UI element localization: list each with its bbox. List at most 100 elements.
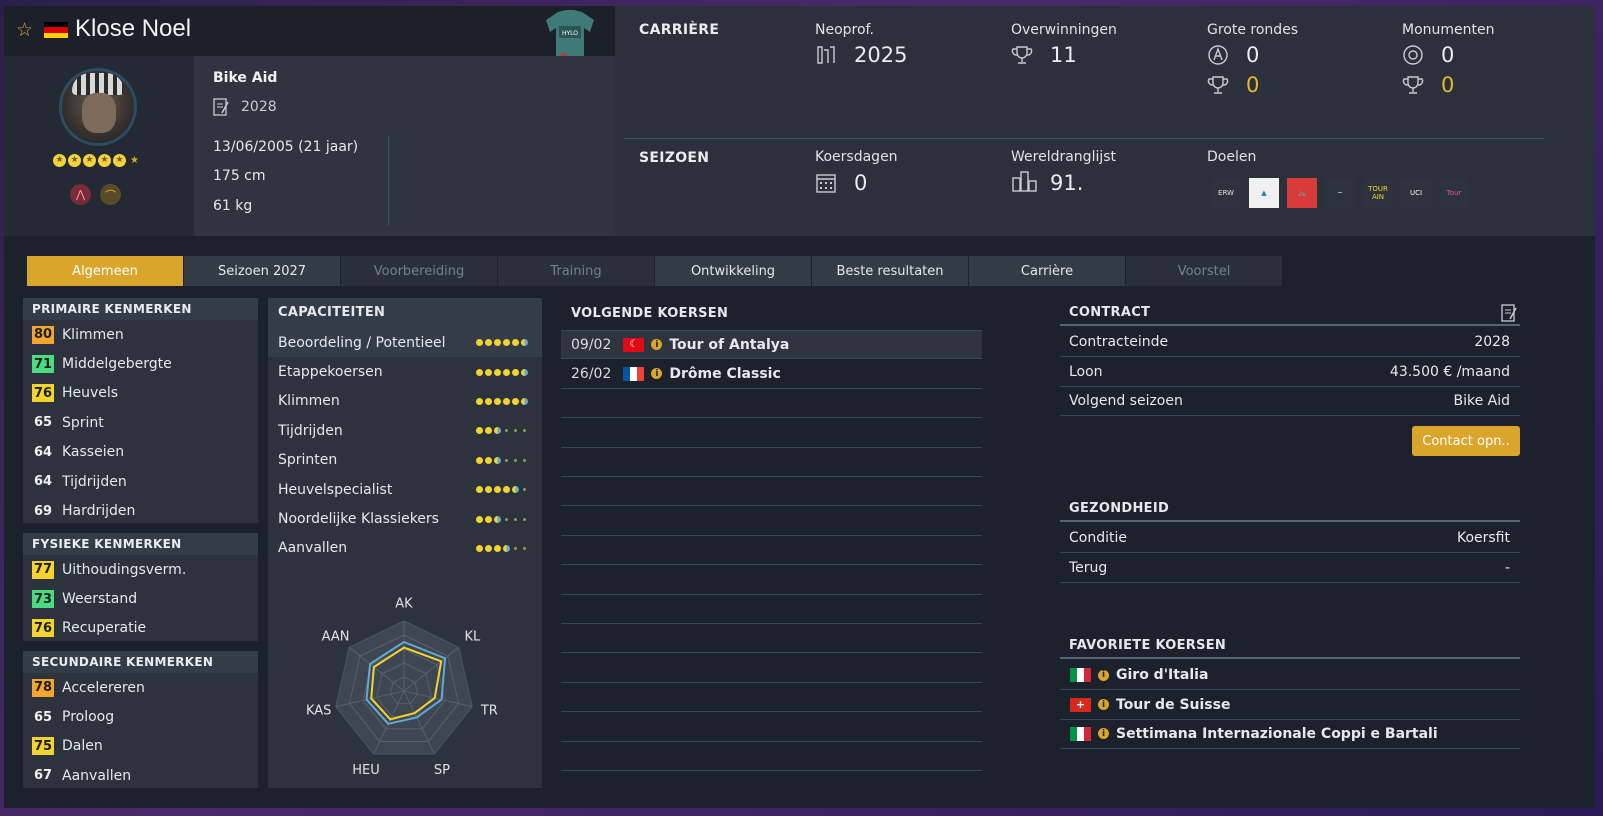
contract-row-label: Loon: [1069, 363, 1103, 380]
rating-dot: [485, 486, 492, 494]
contract-row-value: 43.500 € /maand: [1389, 363, 1510, 380]
rider-avatar: [59, 68, 137, 146]
attribute-label: Recuperatie: [62, 620, 147, 637]
capacity-row: Noordelijke Klassiekers: [268, 504, 542, 533]
grand-tours-starts: 0: [1246, 43, 1260, 67]
goals-label: Doelen: [1207, 149, 1257, 165]
climber-icon: ⋀: [70, 184, 91, 205]
tab-carrière[interactable]: Carrière: [969, 256, 1125, 286]
info-icon[interactable]: i: [1098, 728, 1109, 740]
capacity-rating: [476, 456, 528, 464]
flag-it-icon: [1070, 668, 1091, 683]
info-icon[interactable]: i: [651, 368, 663, 380]
race-row-empty: [561, 536, 982, 566]
edit-contract-icon[interactable]: [1500, 304, 1518, 322]
attribute-row: 64 Tijdrijden: [23, 467, 258, 496]
contact-button[interactable]: Contact opn..: [1412, 426, 1520, 456]
attribute-value: 75: [32, 737, 54, 756]
neoprof-icon: [817, 46, 835, 64]
race-row[interactable]: 26/02 i Drôme Classic: [561, 359, 982, 389]
race-row[interactable]: 09/02 ☾ i Tour of Antalya: [561, 330, 982, 360]
grand-tour-start-icon: [1208, 45, 1228, 65]
goal-logo-icon[interactable]: UCI: [1401, 178, 1431, 208]
goal-logo-icon[interactable]: ▲: [1249, 178, 1279, 208]
tab-voorstel: Voorstel: [1126, 256, 1282, 286]
contract-row: Loon 43.500 € /maand: [1060, 357, 1520, 387]
germany-flag-icon: [44, 22, 68, 38]
tab-ontwikkeling[interactable]: Ontwikkeling: [655, 256, 811, 286]
tab-seizoen-2027[interactable]: Seizoen 2027: [184, 256, 340, 286]
tab-algemeen[interactable]: Algemeen: [27, 256, 183, 286]
favorite-race-name[interactable]: Tour de Suisse: [1116, 697, 1230, 713]
attribute-row: 71 Middelgebergte: [23, 349, 258, 378]
favorite-race-row[interactable]: i Giro d'Italia: [1060, 661, 1520, 691]
goal-logo-icon[interactable]: ERW: [1211, 178, 1241, 208]
capacities-panel: CAPACITEITEN Beoordeling / Potentieel Eta…: [268, 298, 542, 788]
rider-profile-frame: ☆ Klose Noel HYLO ★ ★ ★ ★ ★ ★ ⋀ ⌒ Bike Aid: [4, 6, 1595, 808]
favorite-race-name[interactable]: Giro d'Italia: [1116, 667, 1208, 683]
goal-logo-icon[interactable]: 🚲: [1287, 178, 1317, 208]
health-row-label: Terug: [1069, 559, 1108, 576]
attribute-value: 71: [32, 355, 54, 374]
neoprof-value: 2025: [854, 43, 908, 67]
radar-axis-label: AK: [395, 597, 413, 612]
attribute-label: Klimmen: [62, 326, 124, 343]
race-name[interactable]: Drôme Classic: [669, 366, 780, 382]
rating-dot-empty: [514, 517, 517, 521]
radar-axis-label: KAS: [306, 703, 331, 718]
race-row-empty: [561, 742, 982, 771]
rating-dot: [494, 397, 501, 405]
info-icon[interactable]: i: [651, 339, 663, 351]
tab-beste-resultaten[interactable]: Beste resultaten: [812, 256, 968, 286]
attribute-row: 76 Recuperatie: [23, 614, 258, 643]
race-name[interactable]: Tour of Antalya: [669, 337, 789, 353]
attribute-row: 80 Klimmen: [23, 320, 258, 349]
favorite-race-row[interactable]: i Settimana Internazionale Coppi e Bartal…: [1060, 720, 1520, 750]
capacity-row: Sprinten: [268, 446, 542, 475]
attribute-label: Sprint: [62, 414, 104, 431]
flag-fr-icon: [623, 366, 645, 381]
team-name[interactable]: Bike Aid: [213, 70, 277, 86]
capacity-rating: [476, 397, 528, 405]
capacity-label: Klimmen: [278, 393, 340, 410]
favorite-star-icon[interactable]: ☆: [16, 19, 33, 41]
attribute-label: Proloog: [62, 709, 115, 726]
header-divider: [624, 138, 1544, 139]
monument-icon: [1403, 45, 1423, 65]
flag-tr-icon: ☾: [623, 337, 645, 352]
rating-dot-half: [503, 544, 510, 552]
rating-dot: [503, 486, 510, 494]
grand-tours-wins: 0: [1246, 73, 1260, 97]
rider-rating-stars: ★ ★ ★ ★ ★ ★: [53, 154, 139, 167]
goal-logo-icon[interactable]: TOUR AIN: [1363, 178, 1393, 208]
capacity-rating: [476, 486, 528, 494]
capacity-label: Etappekoersen: [278, 364, 383, 381]
attribute-value: 77: [32, 560, 54, 579]
favorite-race-name[interactable]: Settimana Internazionale Coppi e Bartali: [1116, 726, 1438, 742]
attribute-value: 69: [33, 503, 53, 519]
favorites-title: FAVORIETE KOERSEN: [1060, 633, 1520, 659]
ranking-label: Wereldranglijst: [1011, 149, 1117, 165]
capacity-row: Klimmen: [268, 387, 542, 416]
rating-dot-half: [521, 397, 528, 405]
radar-axis-label: HEU: [352, 763, 380, 778]
health-title: GEZONDHEID: [1060, 496, 1520, 522]
rating-dot: [485, 456, 492, 464]
goal-race-logos: ERW ▲ 🚲 ~ TOUR AIN UCI Tour: [1211, 178, 1469, 208]
flag-it-icon: [1070, 726, 1091, 741]
favorite-race-row[interactable]: + i Tour de Suisse: [1060, 690, 1520, 720]
contract-row-label: Volgend seizoen: [1069, 392, 1183, 409]
star-icon: ★: [98, 154, 111, 167]
goal-logo-icon[interactable]: ~: [1325, 178, 1355, 208]
race-row-empty: [561, 595, 982, 624]
attribute-label: Accelereren: [62, 679, 145, 696]
info-icon[interactable]: i: [1098, 669, 1109, 681]
capacity-row: Tijdrijden: [268, 416, 542, 445]
capacity-rating: [476, 427, 528, 435]
info-divider: [388, 136, 389, 226]
info-icon[interactable]: i: [1098, 699, 1109, 711]
birthdate: 13/06/2005 (21 jaar): [213, 139, 359, 155]
primary-attributes-panel: PRIMAIRE KENMERKEN 80 Klimmen 71 Middelgebe…: [23, 298, 258, 523]
race-row-empty: [561, 389, 982, 419]
goal-logo-icon[interactable]: Tour: [1439, 178, 1469, 208]
